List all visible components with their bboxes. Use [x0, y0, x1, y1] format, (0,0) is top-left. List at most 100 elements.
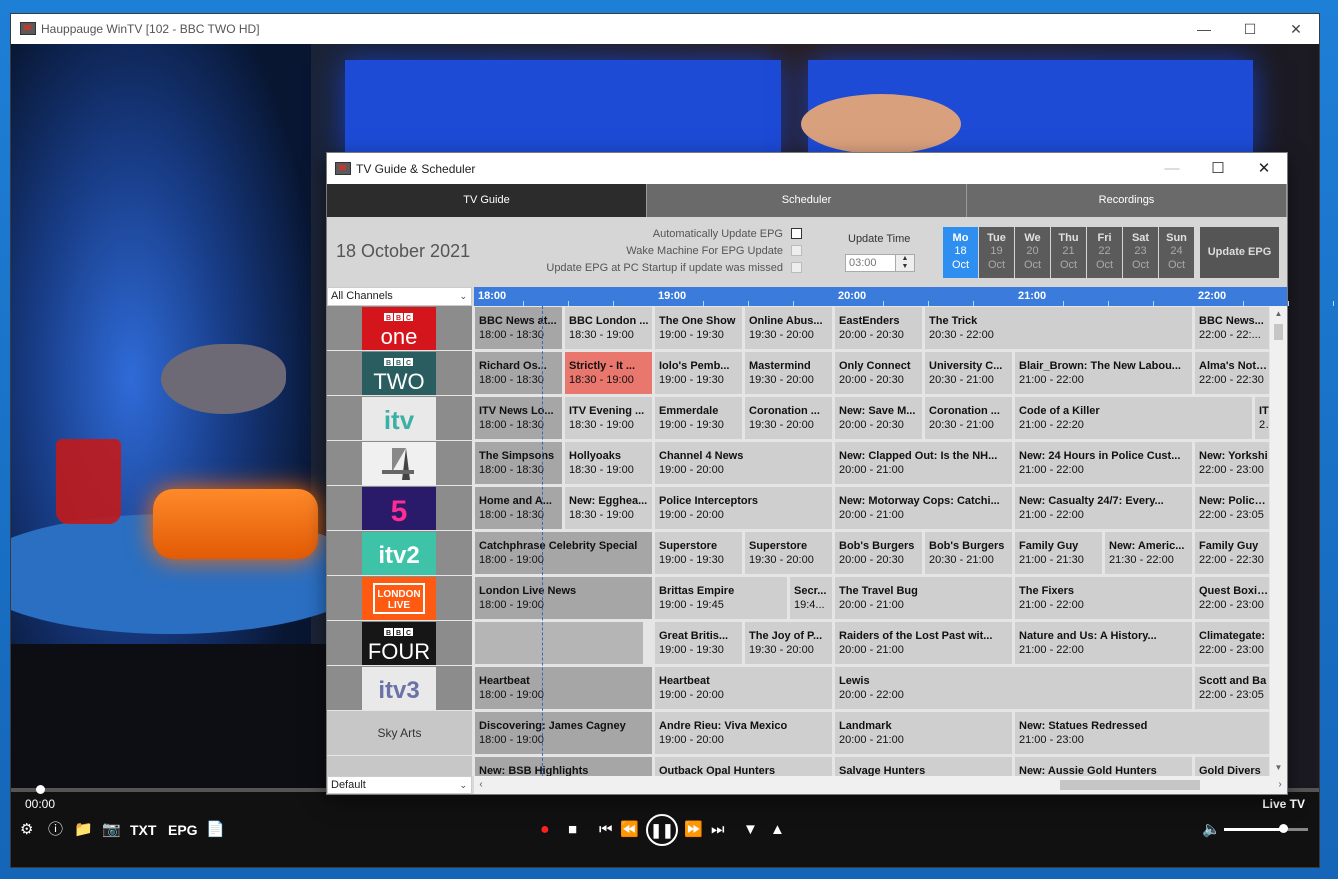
programme-block[interactable]: BBC News at... 18:00 - 18:30 — [475, 307, 562, 349]
programme-block[interactable]: New: 24 Hours in Police Cust... 21:00 - 2… — [1015, 442, 1192, 484]
update-time-spinner[interactable]: ▲ ▼ — [895, 254, 915, 272]
volume-speaker-icon[interactable]: 🔈 — [1202, 820, 1221, 840]
programme-block[interactable]: New: Casualty 24/7: Every... 21:00 - 22:0… — [1015, 487, 1192, 529]
fast-forward-icon[interactable]: ⏩ — [684, 820, 703, 840]
volume-slider-handle[interactable] — [1278, 824, 1288, 833]
programme-block[interactable]: Alma's Not N... 22:00 - 22:30 — [1195, 352, 1269, 394]
channel-up-icon[interactable]: ▲ — [770, 820, 785, 840]
programme-block[interactable]: ITV Evening ... 18:30 - 19:00 — [565, 397, 652, 439]
update-epg-button[interactable]: Update EPG — [1200, 227, 1279, 278]
programme-block[interactable]: Brittas Empire 19:00 - 19:45 — [655, 577, 787, 619]
stop-icon[interactable]: ■ — [568, 820, 577, 840]
programme-block[interactable]: Heartbeat 18:00 - 19:00 — [475, 667, 652, 709]
programme-block[interactable]: University C... 20:30 - 21:00 — [925, 352, 1012, 394]
channel-cell[interactable] — [327, 441, 472, 485]
channel-filter-select[interactable]: All Channels ⌄ — [327, 287, 472, 306]
programme-block[interactable]: Outback Opal Hunters — [655, 757, 832, 776]
programme-block[interactable]: The Fixers 21:00 - 22:00 — [1015, 577, 1192, 619]
programme-block[interactable]: Discovering: James Cagney 18:00 - 19:00 — [475, 712, 652, 754]
tab-tv-guide[interactable]: TV Guide — [327, 184, 647, 217]
auto-update-epg-checkbox[interactable] — [791, 228, 802, 239]
programme-block[interactable]: Nature and Us: A History... 21:00 - 22:00 — [1015, 622, 1192, 664]
guide-titlebar[interactable]: TV Guide & Scheduler — ☐ ✕ — [327, 153, 1287, 184]
programme-block[interactable]: Great Britis... 19:00 - 19:30 — [655, 622, 742, 664]
scroll-right-icon[interactable]: › — [1273, 776, 1287, 794]
programme-block[interactable]: BBC News... 22:00 - 22:... — [1195, 307, 1269, 349]
settings-gear-icon[interactable]: ⚙ — [20, 820, 33, 840]
programme-block[interactable]: Landmark 20:00 - 21:00 — [835, 712, 1012, 754]
horizontal-scroll-thumb[interactable] — [1060, 780, 1200, 790]
day-button-fri[interactable]: Fri 22 Oct — [1087, 227, 1122, 278]
programme-block[interactable]: New: Egghea... 18:30 - 19:00 — [565, 487, 652, 529]
day-button-sun[interactable]: Sun 24 Oct — [1159, 227, 1194, 278]
programme-block[interactable]: New: Save M... 20:00 - 20:30 — [835, 397, 922, 439]
programme-block[interactable]: BBC London ... 18:30 - 19:00 — [565, 307, 652, 349]
programme-block[interactable]: IT 22 — [1255, 397, 1269, 439]
programme-block[interactable]: Code of a Killer 21:00 - 22:20 — [1015, 397, 1252, 439]
channel-cell[interactable]: Sky Arts — [327, 711, 472, 755]
channel-cell[interactable]: 5 — [327, 486, 472, 530]
record-icon[interactable]: ● — [540, 820, 550, 840]
programme-block[interactable]: Scott and Ba 22:00 - 23:05 — [1195, 667, 1269, 709]
programme-block[interactable]: New: Police C 22:00 - 23:05 — [1195, 487, 1269, 529]
minimize-icon[interactable]: — — [1181, 14, 1227, 44]
camera-snapshot-icon[interactable]: 📷 — [102, 820, 121, 840]
programme-block[interactable]: Heartbeat 19:00 - 20:00 — [655, 667, 832, 709]
update-at-startup-checkbox[interactable] — [791, 262, 802, 273]
programme-block[interactable]: Family Guy 21:00 - 21:30 — [1015, 532, 1102, 574]
programme-block[interactable]: Only Connect 20:00 - 20:30 — [835, 352, 922, 394]
folder-icon[interactable]: 📁 — [74, 820, 93, 840]
programme-block[interactable]: Online Abus... 19:30 - 20:00 — [745, 307, 832, 349]
channel-cell[interactable]: BBC TWO — [327, 351, 472, 395]
pause-button[interactable]: ❚❚ — [646, 814, 678, 846]
wake-machine-checkbox[interactable] — [791, 245, 802, 256]
programme-block[interactable]: Bob's Burgers 20:00 - 20:30 — [835, 532, 922, 574]
profile-select[interactable]: Default ⌄ — [327, 776, 472, 794]
guide-minimize-icon[interactable]: — — [1149, 153, 1195, 184]
programme-block[interactable]: The One Show 19:00 - 19:30 — [655, 307, 742, 349]
programme-block[interactable]: Iolo's Pemb... 19:00 - 19:30 — [655, 352, 742, 394]
programme-block[interactable]: New: Aussie Gold Hunters — [1015, 757, 1192, 776]
programme-block[interactable]: New: Americ... 21:30 - 22:00 — [1105, 532, 1192, 574]
programme-block[interactable]: Bob's Burgers 20:30 - 21:00 — [925, 532, 1012, 574]
info-icon[interactable]: ⓘ — [48, 820, 63, 840]
day-button-thu[interactable]: Thu 21 Oct — [1051, 227, 1086, 278]
day-button-mo[interactable]: Mo 18 Oct — [943, 227, 978, 278]
programme-block[interactable]: Quest Boxing 22:00 - 23:00 — [1195, 577, 1269, 619]
epg-button[interactable]: EPG — [168, 820, 198, 840]
programme-block[interactable]: New: Statues Redressed 21:00 - 23:00 — [1015, 712, 1269, 754]
programme-block[interactable]: Home and A... 18:00 - 18:30 — [475, 487, 562, 529]
vertical-scrollbar[interactable]: ▲ ▼ — [1270, 306, 1287, 776]
channel-down-icon[interactable]: ▼ — [743, 820, 758, 840]
seek-handle[interactable] — [36, 785, 45, 794]
programme-block[interactable]: Superstore 19:30 - 20:00 — [745, 532, 832, 574]
programme-block[interactable]: Gold Divers — [1195, 757, 1269, 776]
programme-block[interactable]: Lewis 20:00 - 22:00 — [835, 667, 1192, 709]
day-button-we[interactable]: We 20 Oct — [1015, 227, 1050, 278]
document-icon[interactable]: 📄 — [206, 820, 225, 840]
programme-block[interactable]: The Simpsons 18:00 - 18:30 — [475, 442, 562, 484]
programme-block[interactable]: New: Motorway Cops: Catchi... 20:00 - 21:… — [835, 487, 1012, 529]
channel-cell[interactable]: itv3 — [327, 666, 472, 710]
programme-block[interactable]: Richard Os... 18:00 - 18:30 — [475, 352, 562, 394]
scroll-up-icon[interactable]: ▲ — [1270, 306, 1287, 322]
programme-block[interactable]: Strictly - It ... 18:30 - 19:00 — [565, 352, 652, 394]
programme-block[interactable]: Hollyoaks 18:30 - 19:00 — [565, 442, 652, 484]
programme-block[interactable]: The Trick 20:30 - 22:00 — [925, 307, 1192, 349]
programme-block[interactable]: New: Yorkshi 22:00 - 23:00 — [1195, 442, 1269, 484]
programme-block[interactable]: Secr... 19:4... — [790, 577, 832, 619]
scroll-down-icon[interactable]: ▼ — [1270, 760, 1287, 776]
tab-scheduler[interactable]: Scheduler — [647, 184, 967, 217]
teletext-button[interactable]: TXT — [130, 820, 156, 840]
maximize-icon[interactable]: ☐ — [1227, 14, 1273, 44]
programme-block[interactable] — [475, 622, 643, 664]
programme-block[interactable]: Emmerdale 19:00 - 19:30 — [655, 397, 742, 439]
programme-block[interactable]: The Travel Bug 20:00 - 21:00 — [835, 577, 1012, 619]
skip-back-icon[interactable]: ⏮ — [599, 820, 613, 840]
scroll-left-icon[interactable]: ‹ — [474, 776, 488, 794]
guide-maximize-icon[interactable]: ☐ — [1195, 153, 1241, 184]
programme-block[interactable]: Raiders of the Lost Past wit... 20:00 - 2… — [835, 622, 1012, 664]
programme-block[interactable]: Blair_Brown: The New Labou... 21:00 - 22:… — [1015, 352, 1192, 394]
programme-block[interactable]: Police Interceptors 19:00 - 20:00 — [655, 487, 832, 529]
programme-block[interactable]: EastEnders 20:00 - 20:30 — [835, 307, 922, 349]
